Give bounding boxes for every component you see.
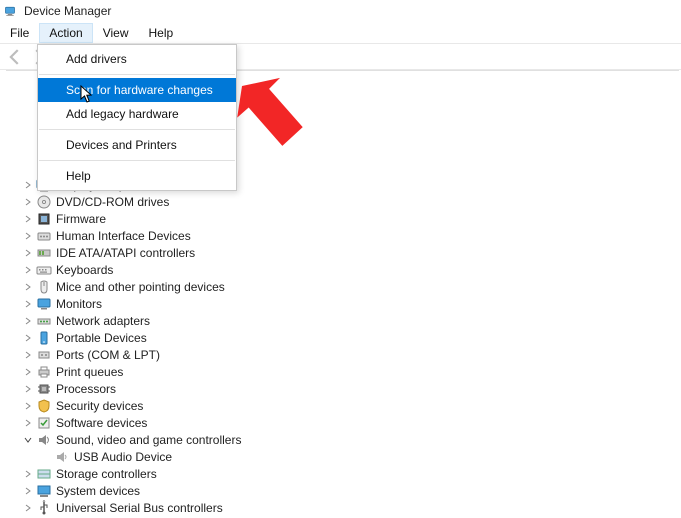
tree-node[interactable]: Sound, video and game controllers <box>18 431 679 448</box>
chevron-right-icon[interactable] <box>22 264 34 276</box>
tree-node[interactable]: Monitors <box>18 295 679 312</box>
dropdown-item-help[interactable]: Help <box>38 164 236 188</box>
dropdown-item-add-legacy-hardware[interactable]: Add legacy hardware <box>38 102 236 126</box>
tree-node-label: Mice and other pointing devices <box>56 280 225 294</box>
sound-icon <box>36 432 52 448</box>
mouse-icon <box>36 279 52 295</box>
chevron-right-icon[interactable] <box>22 315 34 327</box>
tree-node-label: Universal Serial Bus controllers <box>56 501 223 515</box>
printer-icon <box>36 364 52 380</box>
chevron-down-icon[interactable] <box>22 434 34 446</box>
tree-node[interactable]: DVD/CD-ROM drives <box>18 193 679 210</box>
portable-icon <box>36 330 52 346</box>
monitor-icon <box>36 296 52 312</box>
dropdown-separator <box>39 160 235 161</box>
chevron-right-icon[interactable] <box>22 179 34 191</box>
tree-node[interactable]: Firmware <box>18 210 679 227</box>
chevron-right-icon[interactable] <box>22 349 34 361</box>
tree-node[interactable]: IDE ATA/ATAPI controllers <box>18 244 679 261</box>
tree-node[interactable]: Network adapters <box>18 312 679 329</box>
chevron-right-icon[interactable] <box>22 485 34 497</box>
chevron-right-icon[interactable] <box>22 468 34 480</box>
chevron-right-icon[interactable] <box>22 502 34 514</box>
port-icon <box>36 347 52 363</box>
tree-node-label: Network adapters <box>56 314 150 328</box>
tree-node[interactable]: Print queues <box>18 363 679 380</box>
tree-node-label: DVD/CD-ROM drives <box>56 195 169 209</box>
storage-icon <box>36 466 52 482</box>
tree-node-label: System devices <box>56 484 140 498</box>
chevron-right-icon[interactable] <box>22 400 34 412</box>
tree-node[interactable]: Human Interface Devices <box>18 227 679 244</box>
tree-node-label: IDE ATA/ATAPI controllers <box>56 246 195 260</box>
keyboard-icon <box>36 262 52 278</box>
chevron-right-icon[interactable] <box>22 383 34 395</box>
menu-view[interactable]: View <box>93 23 139 43</box>
tree-node-label: Processors <box>56 382 116 396</box>
chevron-right-icon[interactable] <box>22 417 34 429</box>
action-dropdown-menu: Add drivers Scan for hardware changes Ad… <box>37 44 237 191</box>
cpu-icon <box>36 381 52 397</box>
tree-node[interactable]: Universal Serial Bus controllers <box>18 499 679 516</box>
chevron-right-icon[interactable] <box>22 298 34 310</box>
chevron-right-icon[interactable] <box>22 281 34 293</box>
app-icon <box>4 3 20 19</box>
tree-node[interactable]: Ports (COM & LPT) <box>18 346 679 363</box>
ide-icon <box>36 245 52 261</box>
chevron-right-icon[interactable] <box>22 332 34 344</box>
system-icon <box>36 483 52 499</box>
dropdown-item-add-drivers[interactable]: Add drivers <box>38 47 236 71</box>
chevron-right-icon[interactable] <box>22 366 34 378</box>
leaf-spacer <box>40 451 52 463</box>
menu-action[interactable]: Action <box>39 23 92 43</box>
menubar: File Action View Help <box>0 22 681 44</box>
software-icon <box>36 415 52 431</box>
tree-node-label: Security devices <box>56 399 143 413</box>
window-title: Device Manager <box>24 4 111 18</box>
tree-node-label: Firmware <box>56 212 106 226</box>
chevron-right-icon[interactable] <box>22 230 34 242</box>
dropdown-separator <box>39 74 235 75</box>
chevron-right-icon[interactable] <box>22 196 34 208</box>
tree-node[interactable]: Processors <box>18 380 679 397</box>
dropdown-separator <box>39 129 235 130</box>
tree-node-label: Monitors <box>56 297 102 311</box>
device-manager-window: Device Manager File Action View Help Add… <box>0 0 681 518</box>
tree-node[interactable]: Portable Devices <box>18 329 679 346</box>
menu-help[interactable]: Help <box>139 23 184 43</box>
hid-icon <box>36 228 52 244</box>
disc-icon <box>36 194 52 210</box>
tree-node-label: USB Audio Device <box>74 450 172 464</box>
security-icon <box>36 398 52 414</box>
dropdown-item-devices-and-printers[interactable]: Devices and Printers <box>38 133 236 157</box>
tree-node-label: Sound, video and game controllers <box>56 433 241 447</box>
menu-file[interactable]: File <box>0 23 39 43</box>
tree-node[interactable]: System devices <box>18 482 679 499</box>
firmware-icon <box>36 211 52 227</box>
chevron-right-icon[interactable] <box>22 213 34 225</box>
tree-node[interactable]: Software devices <box>18 414 679 431</box>
tree-node[interactable]: Storage controllers <box>18 465 679 482</box>
toolbar-back-button[interactable] <box>4 46 26 68</box>
tree-node[interactable]: Security devices <box>18 397 679 414</box>
dropdown-item-scan-for-hardware-changes[interactable]: Scan for hardware changes <box>38 78 236 102</box>
speaker-icon <box>54 449 70 465</box>
network-icon <box>36 313 52 329</box>
tree-node[interactable]: Keyboards <box>18 261 679 278</box>
tree-node-label: Human Interface Devices <box>56 229 191 243</box>
tree-child-node[interactable]: USB Audio Device <box>36 448 679 465</box>
tree-node-label: Software devices <box>56 416 147 430</box>
chevron-right-icon[interactable] <box>22 247 34 259</box>
tree-node-label: Portable Devices <box>56 331 147 345</box>
titlebar: Device Manager <box>0 0 681 22</box>
mouse-cursor <box>80 85 96 105</box>
tree-node-label: Storage controllers <box>56 467 157 481</box>
tree-node-label: Print queues <box>56 365 123 379</box>
tree-node-label: Keyboards <box>56 263 113 277</box>
usb-icon <box>36 500 52 516</box>
tree-node-label: Ports (COM & LPT) <box>56 348 160 362</box>
tree-node[interactable]: Mice and other pointing devices <box>18 278 679 295</box>
